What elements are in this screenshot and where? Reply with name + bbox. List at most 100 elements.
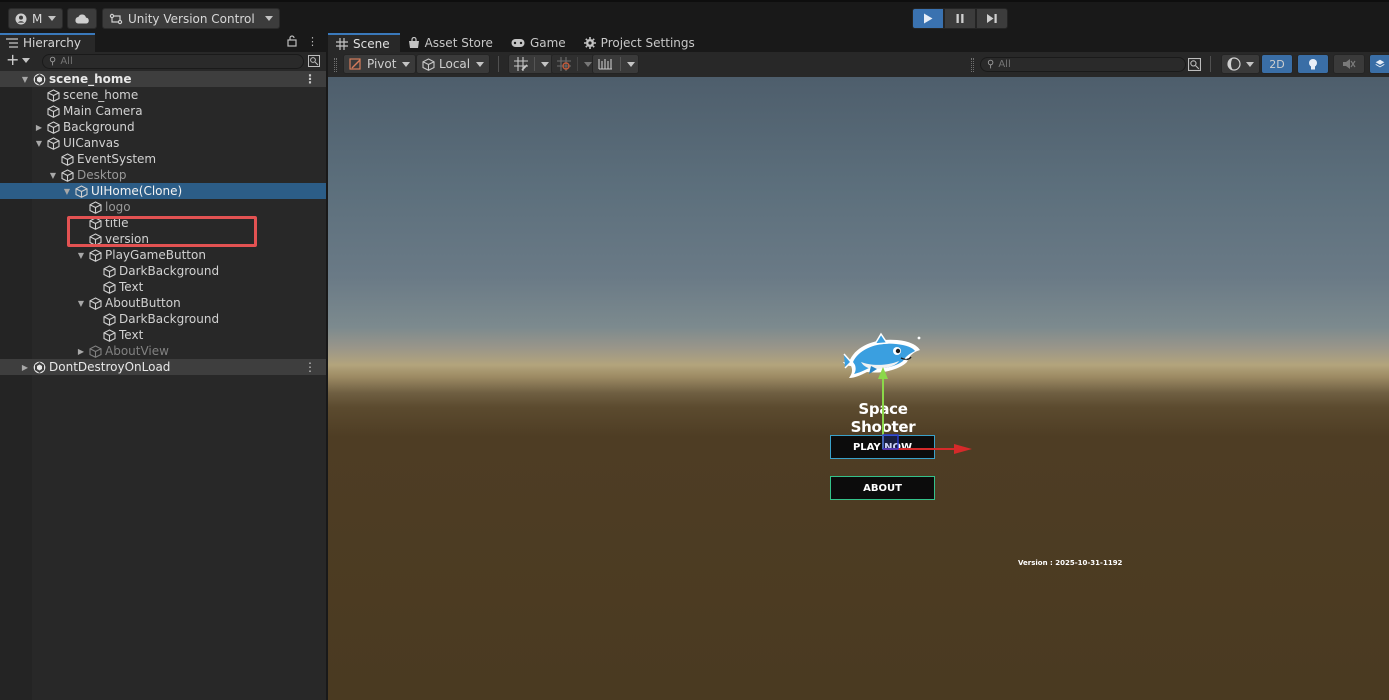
expand-arrow-right-icon[interactable]: ▶ xyxy=(75,345,87,357)
play-button[interactable] xyxy=(912,8,944,29)
audio-mute-icon xyxy=(1343,59,1356,69)
hierarchy-row[interactable]: ▼ PlayGameButton xyxy=(0,247,326,263)
drag-handle-icon[interactable] xyxy=(971,58,974,72)
step-button[interactable] xyxy=(976,8,1008,29)
pause-button[interactable] xyxy=(944,8,976,29)
hierarchy-row[interactable]: DarkBackground xyxy=(0,311,326,327)
gameobject-cube-icon xyxy=(102,312,116,326)
ruler-dropdown[interactable] xyxy=(592,54,639,74)
hierarchy-row-label: logo xyxy=(105,200,131,214)
hierarchy-row[interactable]: ▼ UICanvas xyxy=(0,135,326,151)
hierarchy-row[interactable]: Main Camera xyxy=(0,103,326,119)
lock-icon[interactable] xyxy=(287,35,297,47)
scene-viewport[interactable]: Space Shooter PLAY NOW ABOUT Version : 2… xyxy=(328,77,1389,700)
hierarchy-row-label: UICanvas xyxy=(63,136,120,150)
hierarchy-row[interactable]: ▼ Desktop xyxy=(0,167,326,183)
hierarchy-tab-actions: ⋮ xyxy=(287,35,318,48)
search-options-icon[interactable] xyxy=(1188,58,1201,71)
more-options-icon[interactable]: ⋮ xyxy=(304,361,316,373)
tab-scene[interactable]: Scene xyxy=(328,33,400,52)
toolbar-separator xyxy=(1210,56,1211,72)
hierarchy-row-label: title xyxy=(105,216,129,230)
chevron-down-icon xyxy=(627,61,635,67)
create-dropdown[interactable]: + xyxy=(6,52,31,68)
arrow-spacer xyxy=(75,233,87,245)
hierarchy-row-label: DarkBackground xyxy=(119,264,220,278)
account-dropdown[interactable]: M xyxy=(8,8,64,29)
search-options-icon[interactable] xyxy=(308,55,320,67)
lighting-toggle-button[interactable] xyxy=(1297,54,1329,74)
expand-arrow-down-icon[interactable]: ▼ xyxy=(75,249,87,261)
hierarchy-row-label: DarkBackground xyxy=(119,312,220,326)
hierarchy-row[interactable]: DarkBackground xyxy=(0,263,326,279)
version-control-label: Unity Version Control xyxy=(128,11,255,26)
about-label: ABOUT xyxy=(863,482,902,494)
drag-handle-icon[interactable] xyxy=(334,58,337,72)
pause-icon xyxy=(956,14,964,23)
chevron-down-icon xyxy=(48,16,57,21)
move-gizmo[interactable] xyxy=(876,367,976,457)
scene-toolbar: Pivot Local ⚲ All 2D xyxy=(328,52,1389,77)
draw-mode-dropdown[interactable] xyxy=(1221,54,1260,74)
tab-scene-label: Scene xyxy=(353,36,390,51)
audio-toggle-button[interactable] xyxy=(1333,54,1365,74)
hierarchy-row-label: Text xyxy=(119,280,144,294)
toggle-2d-label: 2D xyxy=(1269,57,1285,71)
hierarchy-row[interactable]: title xyxy=(0,215,326,231)
hierarchy-row[interactable]: ▶ AboutView xyxy=(0,343,326,359)
hierarchy-panel: Hierarchy ⋮ + ⚲ ▼ scene_home ⋮ scene_home Ma… xyxy=(0,33,326,700)
snap-increment-icon xyxy=(557,57,571,71)
expand-arrow-down-icon[interactable]: ▼ xyxy=(47,169,59,181)
expand-arrow-down-icon[interactable]: ▼ xyxy=(33,137,45,149)
gear-icon xyxy=(583,36,596,49)
hierarchy-scene-row[interactable]: ▶ DontDestroyOnLoad ⋮ xyxy=(0,359,326,375)
tab-asset-store-label: Asset Store xyxy=(424,35,493,50)
playmode-controls xyxy=(912,8,1008,29)
more-options-icon[interactable]: ⋮ xyxy=(307,35,318,48)
hierarchy-row[interactable]: Text xyxy=(0,327,326,343)
arrow-spacer xyxy=(47,153,59,165)
hierarchy-row[interactable]: Text xyxy=(0,279,326,295)
arrow-spacer xyxy=(75,201,87,213)
expand-arrow-down-icon[interactable]: ▼ xyxy=(75,297,87,309)
about-button[interactable]: ABOUT xyxy=(830,476,935,500)
hierarchy-tab-label: Hierarchy xyxy=(23,35,82,50)
ruler-icon xyxy=(598,59,612,70)
expand-arrow-right-icon[interactable]: ▶ xyxy=(19,361,31,373)
tab-game[interactable]: Game xyxy=(503,33,576,52)
arrow-spacer xyxy=(89,329,101,341)
gameobject-cube-icon xyxy=(102,264,116,278)
scene-search-field[interactable]: ⚲ xyxy=(980,57,1186,72)
hierarchy-row-label: Background xyxy=(63,120,135,134)
expand-arrow-down-icon[interactable]: ▼ xyxy=(61,185,73,197)
version-text: Version : 2025-10-31-1192 xyxy=(1018,559,1123,567)
toggle-2d-button[interactable]: 2D xyxy=(1261,54,1293,74)
increment-snapping-dropdown[interactable] xyxy=(551,54,596,74)
gameobject-cube-icon xyxy=(102,328,116,342)
hierarchy-search-field[interactable]: ⚲ xyxy=(42,54,304,69)
cloud-button[interactable] xyxy=(67,8,97,29)
more-options-icon[interactable]: ⋮ xyxy=(304,73,316,85)
scene-search-input[interactable] xyxy=(998,59,1185,70)
hierarchy-row-label: AboutButton xyxy=(105,296,181,310)
hierarchy-search-input[interactable] xyxy=(60,56,303,67)
gameobject-cube-icon xyxy=(46,104,60,118)
hierarchy-row[interactable]: EventSystem xyxy=(0,151,326,167)
expand-arrow-down-icon[interactable]: ▼ xyxy=(19,73,31,85)
tab-asset-store[interactable]: Asset Store xyxy=(400,33,503,52)
hierarchy-row[interactable]: logo xyxy=(0,199,326,215)
cloud-icon xyxy=(75,14,89,23)
hierarchy-row[interactable]: version xyxy=(0,231,326,247)
hierarchy-scene-row[interactable]: ▼ scene_home ⋮ xyxy=(0,71,326,87)
hierarchy-row[interactable]: scene_home xyxy=(0,87,326,103)
local-dropdown[interactable]: Local xyxy=(416,54,491,74)
pivot-dropdown[interactable]: Pivot xyxy=(343,54,417,74)
hierarchy-row[interactable]: ▶ Background xyxy=(0,119,326,135)
effects-toggle-button[interactable] xyxy=(1369,54,1389,74)
grid-snapping-dropdown[interactable] xyxy=(508,54,553,74)
hierarchy-row[interactable]: ▼ AboutButton xyxy=(0,295,326,311)
expand-arrow-right-icon[interactable]: ▶ xyxy=(33,121,45,133)
tab-project-settings[interactable]: Project Settings xyxy=(576,33,705,52)
version-control-dropdown[interactable]: Unity Version Control xyxy=(102,8,280,29)
hierarchy-row[interactable]: ▼ UIHome(Clone) xyxy=(0,183,326,199)
